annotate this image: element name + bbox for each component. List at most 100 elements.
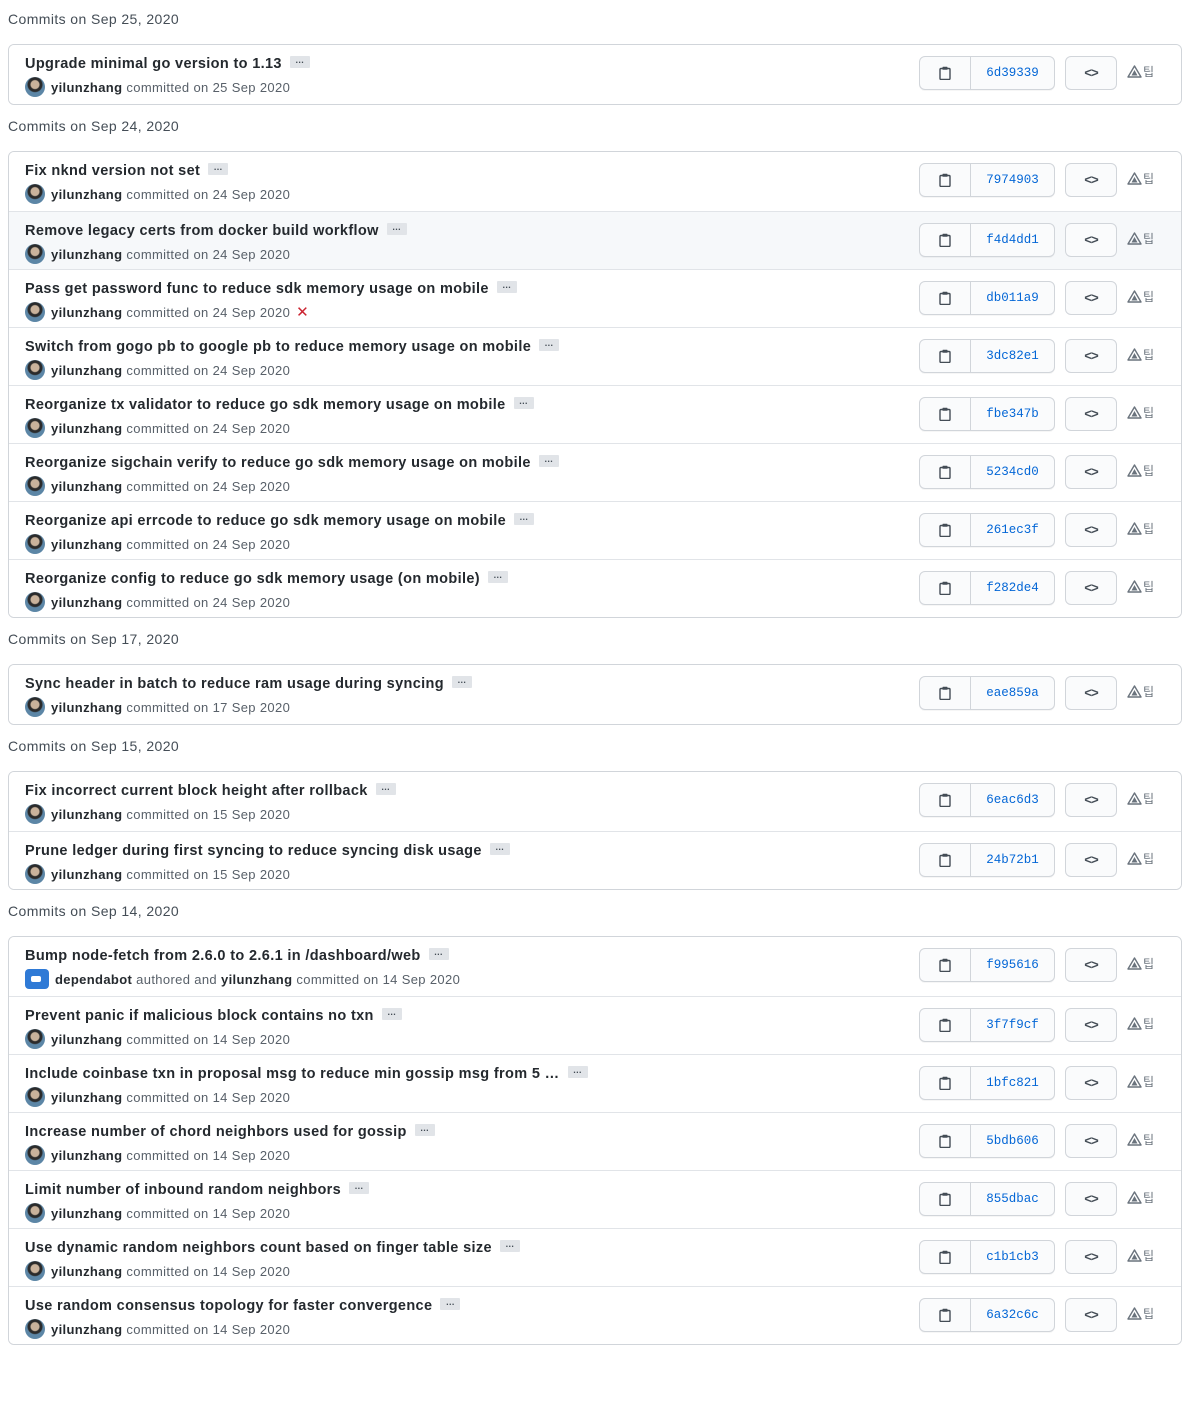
- browse-repo-button[interactable]: <>: [1065, 163, 1117, 197]
- copy-sha-button[interactable]: [920, 340, 971, 372]
- commit-message-link[interactable]: Fix incorrect current block height after…: [25, 783, 368, 799]
- browse-repo-button[interactable]: <>: [1065, 513, 1117, 547]
- browse-repo-button[interactable]: <>: [1065, 1066, 1117, 1100]
- commit-message-link[interactable]: Reorganize api errcode to reduce go sdk …: [25, 513, 506, 529]
- commit-message-link[interactable]: Remove legacy certs from docker build wo…: [25, 223, 379, 239]
- author-link[interactable]: yilunzhang: [51, 187, 122, 202]
- author-link[interactable]: yilunzhang: [51, 1090, 122, 1105]
- commit-sha-link[interactable]: f4d4dd1: [971, 224, 1054, 256]
- author-avatar[interactable]: [25, 804, 45, 824]
- author-avatar[interactable]: [25, 418, 45, 438]
- browse-repo-button[interactable]: <>: [1065, 455, 1117, 489]
- copy-sha-button[interactable]: [920, 164, 971, 196]
- author-avatar[interactable]: [25, 592, 45, 612]
- extension-icons[interactable]: 팁: [1127, 170, 1154, 187]
- author-avatar[interactable]: [25, 969, 49, 989]
- expand-message-button[interactable]: …: [375, 783, 396, 796]
- copy-sha-button[interactable]: [920, 949, 971, 981]
- author-link[interactable]: yilunzhang: [51, 305, 122, 320]
- author-avatar[interactable]: [25, 1203, 45, 1223]
- browse-repo-button[interactable]: <>: [1065, 571, 1117, 605]
- copy-sha-button[interactable]: [920, 677, 971, 709]
- expand-message-button[interactable]: …: [208, 163, 229, 176]
- commit-message-link[interactable]: Reorganize config to reduce go sdk memor…: [25, 571, 480, 587]
- browse-repo-button[interactable]: <>: [1065, 339, 1117, 373]
- extension-icons[interactable]: 팁: [1127, 520, 1154, 537]
- copy-sha-button[interactable]: [920, 784, 971, 816]
- extension-icons[interactable]: 팁: [1127, 683, 1154, 700]
- expand-message-button[interactable]: …: [538, 455, 559, 468]
- commit-message-link[interactable]: Sync header in batch to reduce ram usage…: [25, 676, 444, 692]
- commit-message-link[interactable]: Bump node-fetch from 2.6.0 to 2.6.1 in /…: [25, 948, 421, 964]
- commit-message-link[interactable]: Upgrade minimal go version to 1.13: [25, 56, 282, 72]
- copy-sha-button[interactable]: [920, 514, 971, 546]
- author-link[interactable]: yilunzhang: [51, 247, 122, 262]
- commit-sha-link[interactable]: 5234cd0: [971, 456, 1054, 488]
- author-link[interactable]: yilunzhang: [51, 421, 122, 436]
- browse-repo-button[interactable]: <>: [1065, 56, 1117, 90]
- browse-repo-button[interactable]: <>: [1065, 223, 1117, 257]
- author-avatar[interactable]: [25, 697, 45, 717]
- commit-message-link[interactable]: Increase number of chord neighbors used …: [25, 1124, 407, 1140]
- author-link[interactable]: yilunzhang: [51, 363, 122, 378]
- author-link[interactable]: yilunzhang: [51, 595, 122, 610]
- author-link[interactable]: yilunzhang: [51, 867, 122, 882]
- commit-message-link[interactable]: Pass get password func to reduce sdk mem…: [25, 281, 489, 297]
- extension-icons[interactable]: 팁: [1127, 1189, 1154, 1206]
- extension-icons[interactable]: 팁: [1127, 404, 1154, 421]
- extension-icons[interactable]: 팁: [1127, 230, 1154, 247]
- commit-sha-link[interactable]: 3f7f9cf: [971, 1009, 1054, 1041]
- author-link[interactable]: yilunzhang: [51, 80, 122, 95]
- author-avatar[interactable]: [25, 360, 45, 380]
- expand-message-button[interactable]: …: [386, 223, 407, 236]
- browse-repo-button[interactable]: <>: [1065, 281, 1117, 315]
- browse-repo-button[interactable]: <>: [1065, 1240, 1117, 1274]
- commit-sha-link[interactable]: fbe347b: [971, 398, 1054, 430]
- author-link[interactable]: yilunzhang: [51, 1322, 122, 1337]
- author-link[interactable]: yilunzhang: [51, 1032, 122, 1047]
- author-avatar[interactable]: [25, 534, 45, 554]
- expand-message-button[interactable]: …: [428, 948, 449, 961]
- extension-icons[interactable]: 팁: [1127, 63, 1154, 80]
- browse-repo-button[interactable]: <>: [1065, 843, 1117, 877]
- browse-repo-button[interactable]: <>: [1065, 1298, 1117, 1332]
- author-avatar[interactable]: [25, 77, 45, 97]
- expand-message-button[interactable]: …: [487, 571, 508, 584]
- extension-icons[interactable]: 팁: [1127, 1015, 1154, 1032]
- copy-sha-button[interactable]: [920, 572, 971, 604]
- author-link[interactable]: yilunzhang: [51, 700, 122, 715]
- extension-icons[interactable]: 팁: [1127, 288, 1154, 305]
- commit-message-link[interactable]: Use random consensus topology for faster…: [25, 1298, 432, 1314]
- commit-sha-link[interactable]: c1b1cb3: [971, 1241, 1054, 1273]
- extension-icons[interactable]: 팁: [1127, 790, 1154, 807]
- copy-sha-button[interactable]: [920, 57, 971, 89]
- author-avatar[interactable]: [25, 864, 45, 884]
- author-link[interactable]: yilunzhang: [51, 1264, 122, 1279]
- commit-message-link[interactable]: Include coinbase txn in proposal msg to …: [25, 1066, 560, 1082]
- author-link[interactable]: yilunzhang: [51, 807, 122, 822]
- extension-icons[interactable]: 팁: [1127, 1131, 1154, 1148]
- copy-sha-button[interactable]: [920, 1299, 971, 1331]
- extension-icons[interactable]: 팁: [1127, 578, 1154, 595]
- copy-sha-button[interactable]: [920, 844, 971, 876]
- expand-message-button[interactable]: …: [381, 1008, 402, 1021]
- commit-message-link[interactable]: Prune ledger during first syncing to red…: [25, 843, 482, 859]
- author-avatar[interactable]: [25, 244, 45, 264]
- author-avatar[interactable]: [25, 476, 45, 496]
- expand-message-button[interactable]: …: [539, 339, 560, 352]
- author-avatar[interactable]: [25, 1319, 45, 1339]
- extension-icons[interactable]: 팁: [1127, 346, 1154, 363]
- copy-sha-button[interactable]: [920, 398, 971, 430]
- copy-sha-button[interactable]: [920, 282, 971, 314]
- author-avatar[interactable]: [25, 1261, 45, 1281]
- commit-sha-link[interactable]: 6d39339: [971, 57, 1054, 89]
- extension-icons[interactable]: 팁: [1127, 1073, 1154, 1090]
- commit-message-link[interactable]: Reorganize sigchain verify to reduce go …: [25, 455, 531, 471]
- author-link[interactable]: yilunzhang: [51, 1148, 122, 1163]
- browse-repo-button[interactable]: <>: [1065, 1124, 1117, 1158]
- browse-repo-button[interactable]: <>: [1065, 676, 1117, 710]
- commit-message-link[interactable]: Fix nknd version not set: [25, 163, 200, 179]
- extension-icons[interactable]: 팁: [1127, 850, 1154, 867]
- copy-sha-button[interactable]: [920, 1125, 971, 1157]
- author-avatar[interactable]: [25, 302, 45, 322]
